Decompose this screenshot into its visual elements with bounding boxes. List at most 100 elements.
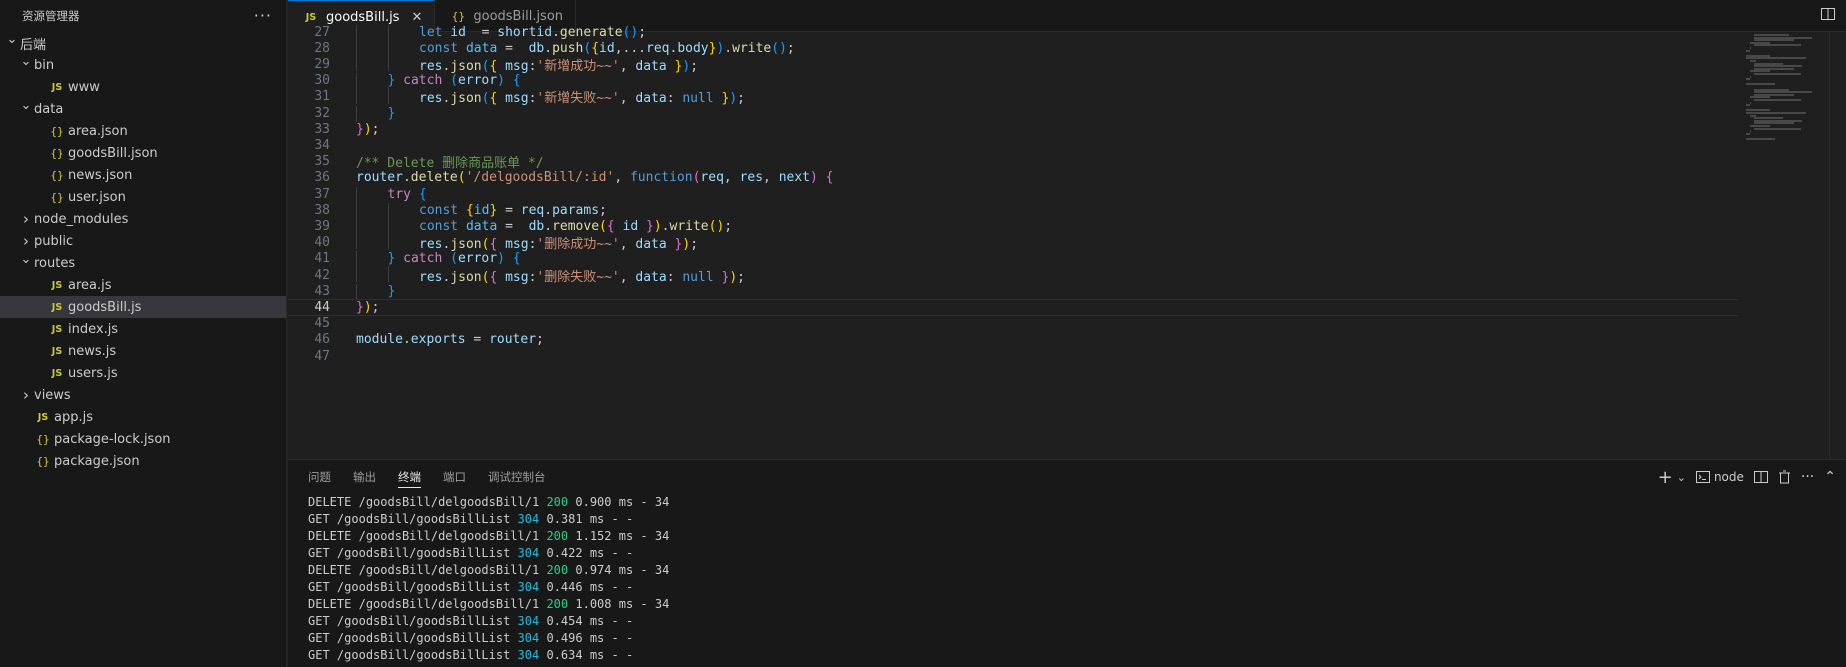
indent-guide — [356, 24, 357, 41]
trash-icon[interactable] — [1778, 470, 1791, 484]
indent-guide — [356, 54, 357, 72]
code-line[interactable]: 45 — [288, 316, 1738, 332]
tree-item[interactable]: JS area.js — [0, 274, 286, 296]
code-token: params — [552, 202, 600, 218]
minimap[interactable] — [1746, 32, 1816, 152]
code-token: module — [356, 332, 403, 348]
code-line[interactable]: 40 res.json({ msg:'删除成功~~', data }); — [288, 233, 1738, 252]
tree-item-label: routes — [34, 255, 76, 271]
code-token: write — [732, 40, 772, 56]
code-line[interactable]: 44}); — [288, 299, 1738, 316]
indent-guide — [387, 265, 389, 282]
code-editor[interactable]: 27 let id = shortid.generate(); 28 const da… — [288, 24, 1846, 459]
code-line[interactable]: 38 const {id} = req.params; — [288, 202, 1738, 219]
indent-guide — [356, 186, 357, 203]
code-line[interactable]: 27 let id = shortid.generate(); — [288, 24, 1738, 41]
terminal-shell-selector[interactable]: node — [1695, 470, 1744, 484]
code-line[interactable]: 33}); — [288, 121, 1738, 137]
chevron-right-icon: › — [23, 232, 29, 250]
tree-item[interactable]: › public — [0, 230, 286, 252]
tree-item[interactable]: JS www — [0, 76, 286, 98]
terminal-output[interactable]: DELETE /goodsBill/delgoodsBill/1 200 0.9… — [288, 494, 1846, 664]
more-actions-icon[interactable]: ··· — [254, 8, 272, 24]
code-text: try { — [356, 186, 427, 203]
code-token: , — [763, 170, 779, 186]
tree-item[interactable]: {} package.json — [0, 450, 286, 472]
code-line[interactable]: 31 res.json({ msg:'新增失败~~', data: null })… — [288, 87, 1738, 106]
tree-item[interactable]: {} news.json — [0, 164, 286, 186]
bottom-panel: 问题 输出 终端 端口 调试控制台 + ⌄ node ··· ⌃ DELETE /goo… — [288, 459, 1846, 667]
code-line[interactable]: 29 res.json({ msg:'新增成功~~', data }); — [288, 54, 1738, 74]
code-line[interactable]: 34 — [288, 137, 1738, 153]
chevron-up-icon[interactable]: ⌃ — [1824, 469, 1836, 485]
panel-tab[interactable]: 问题 — [308, 460, 331, 494]
tree-item[interactable]: {} area.json — [0, 120, 286, 142]
panel-tab[interactable]: 终端 — [398, 460, 421, 494]
code-token: res — [739, 170, 764, 186]
tree-item[interactable]: {} user.json — [0, 186, 286, 208]
code-token: . — [402, 332, 411, 348]
close-icon[interactable]: ✕ — [411, 10, 422, 25]
tree-item[interactable]: JS users.js — [0, 362, 286, 384]
request-method: DELETE — [308, 597, 352, 611]
code-line[interactable]: 43} — [288, 283, 1738, 300]
panel-tab[interactable]: 输出 — [353, 460, 376, 494]
minimap-line — [1746, 49, 1750, 52]
panel-tab[interactable]: 调试控制台 — [488, 460, 546, 494]
tree-item[interactable]: JS goodsBill.js — [0, 296, 286, 318]
tree-item-label: views — [34, 387, 71, 403]
minimap-line — [1754, 73, 1801, 75]
line-number: 33 — [314, 121, 330, 137]
tree-item[interactable]: ⌄ data — [0, 98, 286, 120]
line-number: 37 — [314, 186, 330, 202]
code-token: } — [387, 73, 404, 89]
panel-tab[interactable]: 端口 — [443, 460, 466, 494]
terminal-line: GET /goodsBill/goodsBillList 304 0.454 m… — [308, 613, 1846, 630]
tree-item[interactable]: › views — [0, 384, 286, 406]
code-line[interactable]: 47 — [288, 348, 1738, 364]
code-line[interactable]: 36 router.delete('/delgoodsBill/:id', fun… — [288, 170, 1738, 186]
tree-item[interactable]: {} package-lock.json — [0, 428, 286, 450]
code-line[interactable]: 42 res.json({ msg:'删除失败~~', data: null })… — [288, 265, 1738, 285]
new-terminal-button[interactable]: + ⌄ — [1658, 467, 1686, 488]
editor-scrollbar[interactable] — [1829, 32, 1830, 459]
code-line[interactable]: 35 /** Delete 删除商品账单 */ — [288, 154, 1738, 171]
code-line[interactable]: 41} catch (error) { — [288, 251, 1738, 268]
code-line[interactable]: 30} catch (error) { — [288, 73, 1738, 90]
json-file-icon: {} — [50, 146, 64, 160]
line-number: 44 — [314, 299, 330, 315]
code-token: id — [450, 24, 466, 40]
code-token: ; — [536, 332, 544, 348]
code-line[interactable]: 46 module.exports = router; — [288, 332, 1738, 348]
response-info: 0.446 ms - - — [546, 580, 634, 594]
chevron-down-icon: ⌄ — [1676, 470, 1686, 484]
code-token: . — [544, 202, 553, 218]
split-editor-icon[interactable] — [1820, 6, 1836, 22]
code-text: module.exports = router; — [356, 332, 544, 347]
more-icon[interactable]: ··· — [1801, 469, 1814, 485]
tree-item-label: package.json — [54, 453, 140, 469]
tree-item[interactable]: JS app.js — [0, 406, 286, 428]
minimap-line — [1746, 138, 1775, 140]
code-line[interactable]: 32} — [288, 105, 1738, 122]
tree-item[interactable]: ⌄ 后端 — [0, 32, 286, 54]
tree-item[interactable]: ⌄ bin — [0, 54, 286, 76]
tree-item-label: users.js — [68, 365, 118, 381]
split-terminal-icon[interactable] — [1753, 470, 1768, 484]
js-file-icon: JS — [305, 11, 317, 23]
code-token: . — [552, 24, 560, 40]
tree-item-label: area.json — [68, 123, 128, 139]
tree-item[interactable]: JS index.js — [0, 318, 286, 340]
code-token: = — [465, 24, 498, 40]
request-path: /goodsBill/delgoodsBill/1 — [358, 597, 540, 611]
response-info: 0.454 ms - - — [546, 614, 634, 628]
tree-item[interactable]: ⌄ routes — [0, 252, 286, 274]
code-line[interactable]: 39 const data = db.remove({ id }).write()… — [288, 218, 1738, 236]
tree-item[interactable]: {} goodsBill.json — [0, 142, 286, 164]
tree-item[interactable]: JS news.js — [0, 340, 286, 362]
code-line[interactable]: 37 try { — [288, 186, 1738, 203]
code-token: } — [387, 283, 396, 299]
tree-item[interactable]: › node_modules — [0, 208, 286, 230]
code-token: ) { — [810, 170, 834, 186]
code-line[interactable]: 28 const data = db.push({id,...req.body})… — [288, 40, 1738, 57]
